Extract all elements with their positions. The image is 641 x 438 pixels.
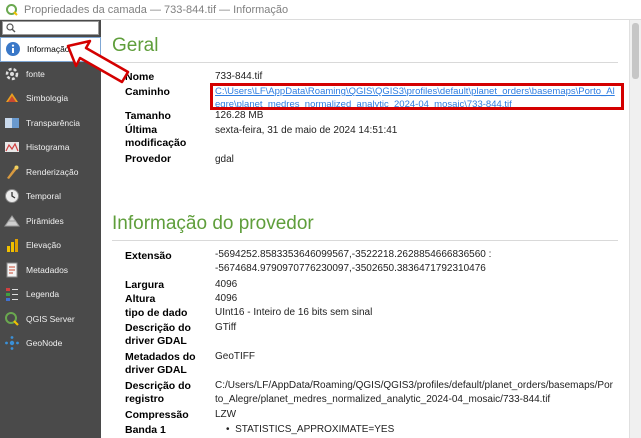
sidebar-item-label: Temporal	[26, 191, 61, 202]
sidebar-item-label: Renderização	[26, 166, 79, 177]
qgis-server-icon	[4, 311, 20, 327]
temporal-icon	[4, 188, 20, 204]
red-arrow-annotation-icon	[66, 39, 130, 84]
info-icon	[5, 41, 21, 57]
sidebar-item-piramides[interactable]: Pirâmides	[0, 209, 101, 234]
sidebar-search-input[interactable]	[2, 21, 99, 35]
extent-value-line-2: -5674684.9790970776230097,-3502650.38364…	[215, 263, 486, 274]
sidebar-item-legenda[interactable]: Legenda	[0, 282, 101, 307]
pyramids-icon	[4, 213, 20, 229]
datatype-value: UInt16 - Inteiro de 16 bits sem sinal	[215, 307, 373, 318]
histogram-icon	[4, 139, 20, 155]
modified-value: sexta-feira, 31 de maio de 2024 14:51:41	[215, 125, 398, 136]
driver-description-label: Descrição do driver GDAL	[125, 322, 191, 348]
section-divider	[112, 62, 618, 63]
sidebar-item-histograma[interactable]: Histograma	[0, 135, 101, 160]
band1-value: • STATISTICS_APPROXIMATE=YES	[226, 423, 394, 437]
dataset-description-label-line-1: Descrição do	[125, 380, 191, 392]
dataset-description-line-1: C:/Users/LF/AppData/Roaming/QGIS/QGIS3/p…	[215, 380, 613, 391]
extent-value-line-1: -5694252.8583353646099567,-3522218.26288…	[215, 249, 492, 260]
height-value: 4096	[215, 293, 238, 304]
path-label: Caminho	[125, 86, 170, 98]
sidebar-item-label: QGIS Server	[26, 313, 75, 324]
datatype-label: tipo de dado	[125, 307, 188, 319]
dataset-description-value: C:/Users/LF/AppData/Roaming/QGIS/QGIS3/p…	[215, 379, 613, 407]
sidebar-item-metadados[interactable]: Metadados	[0, 258, 101, 283]
information-panel: Geral Nome 733-844.tif Caminho C:\Users\…	[101, 20, 629, 438]
provider-value: gdal	[215, 154, 234, 165]
driver-description-label-line-1: Descrição do	[125, 322, 191, 334]
search-icon	[6, 23, 16, 33]
modified-label: Última modificação	[125, 124, 186, 150]
sidebar-item-renderizacao[interactable]: Renderização	[0, 160, 101, 185]
sidebar-item-label: Pirâmides	[26, 215, 64, 226]
driver-metadata-label: Metadados do driver GDAL	[125, 351, 196, 377]
sidebar-item-temporal[interactable]: Temporal	[0, 184, 101, 209]
dataset-description-line-2: to_Alegre/planet_medres_normalized_analy…	[215, 394, 551, 405]
sidebar-item-label: Histograma	[26, 142, 70, 153]
metadata-icon	[4, 262, 20, 278]
title-bar: Propriedades da camada — 733-844.tif — I…	[0, 0, 641, 20]
provider-label: Provedor	[125, 153, 172, 165]
legend-icon	[4, 286, 20, 302]
sidebar-item-elevacao[interactable]: Elevação	[0, 233, 101, 258]
vertical-scrollbar[interactable]	[629, 20, 641, 438]
bullet-icon: •	[226, 424, 236, 435]
sidebar-item-label: GeoNode	[26, 338, 63, 349]
window-title: Propriedades da camada — 733-844.tif — I…	[24, 3, 289, 16]
rendering-icon	[4, 164, 20, 180]
sidebar-item-label: Legenda	[26, 289, 60, 300]
size-label: Tamanho	[125, 110, 171, 122]
width-label: Largura	[125, 279, 165, 291]
driver-metadata-label-line-2: driver GDAL	[125, 364, 187, 376]
driver-description-label-line-2: driver GDAL	[125, 335, 187, 347]
sidebar-item-label: Transparência	[26, 117, 81, 128]
extent-label: Extensão	[125, 250, 172, 262]
name-value: 733-844.tif	[215, 71, 263, 82]
band1-metadata-item: STATISTICS_APPROXIMATE=YES	[235, 424, 395, 435]
section-divider	[112, 240, 618, 241]
transparency-icon	[4, 115, 20, 131]
sidebar-item-label: Informação	[27, 44, 70, 55]
section-heading-provider-info: Informação do provedor	[112, 213, 314, 234]
driver-metadata-value: GeoTIFF	[215, 351, 256, 362]
elevation-icon	[4, 237, 20, 253]
size-value: 126.28 MB	[215, 110, 264, 121]
driver-metadata-label-line-1: Metadados do	[125, 351, 196, 363]
width-value: 4096	[215, 279, 238, 290]
sidebar-item-label: Elevação	[26, 240, 61, 251]
geonode-icon	[4, 335, 20, 351]
height-label: Altura	[125, 293, 156, 305]
band1-label: Banda 1	[125, 424, 166, 436]
sidebar-item-simbologia[interactable]: Simbologia	[0, 86, 101, 111]
sidebar-item-geonode[interactable]: GeoNode	[0, 331, 101, 356]
symbology-icon	[4, 90, 20, 106]
extent-value: -5694252.8583353646099567,-3522218.26288…	[215, 248, 491, 276]
sidebar-item-qgis-server[interactable]: QGIS Server	[0, 307, 101, 332]
sidebar-item-label: Metadados	[26, 264, 69, 275]
sidebar-item-transparencia[interactable]: Transparência	[0, 111, 101, 136]
modified-label-line-2: modificação	[125, 137, 187, 149]
driver-description-value: GTiff	[215, 322, 237, 333]
compression-value: LZW	[215, 409, 237, 420]
highlight-box	[210, 83, 624, 110]
sidebar-item-label: Simbologia	[26, 93, 69, 104]
compression-label: Compressão	[125, 409, 189, 421]
dataset-description-label-line-2: registro	[125, 393, 165, 405]
dataset-description-label: Descrição do registro	[125, 380, 191, 406]
modified-label-line-1: Última	[125, 124, 158, 136]
sidebar-item-label: fonte	[26, 68, 45, 79]
qgis-app-icon	[6, 3, 18, 16]
scrollbar-thumb[interactable]	[632, 23, 639, 79]
source-icon	[4, 66, 20, 82]
